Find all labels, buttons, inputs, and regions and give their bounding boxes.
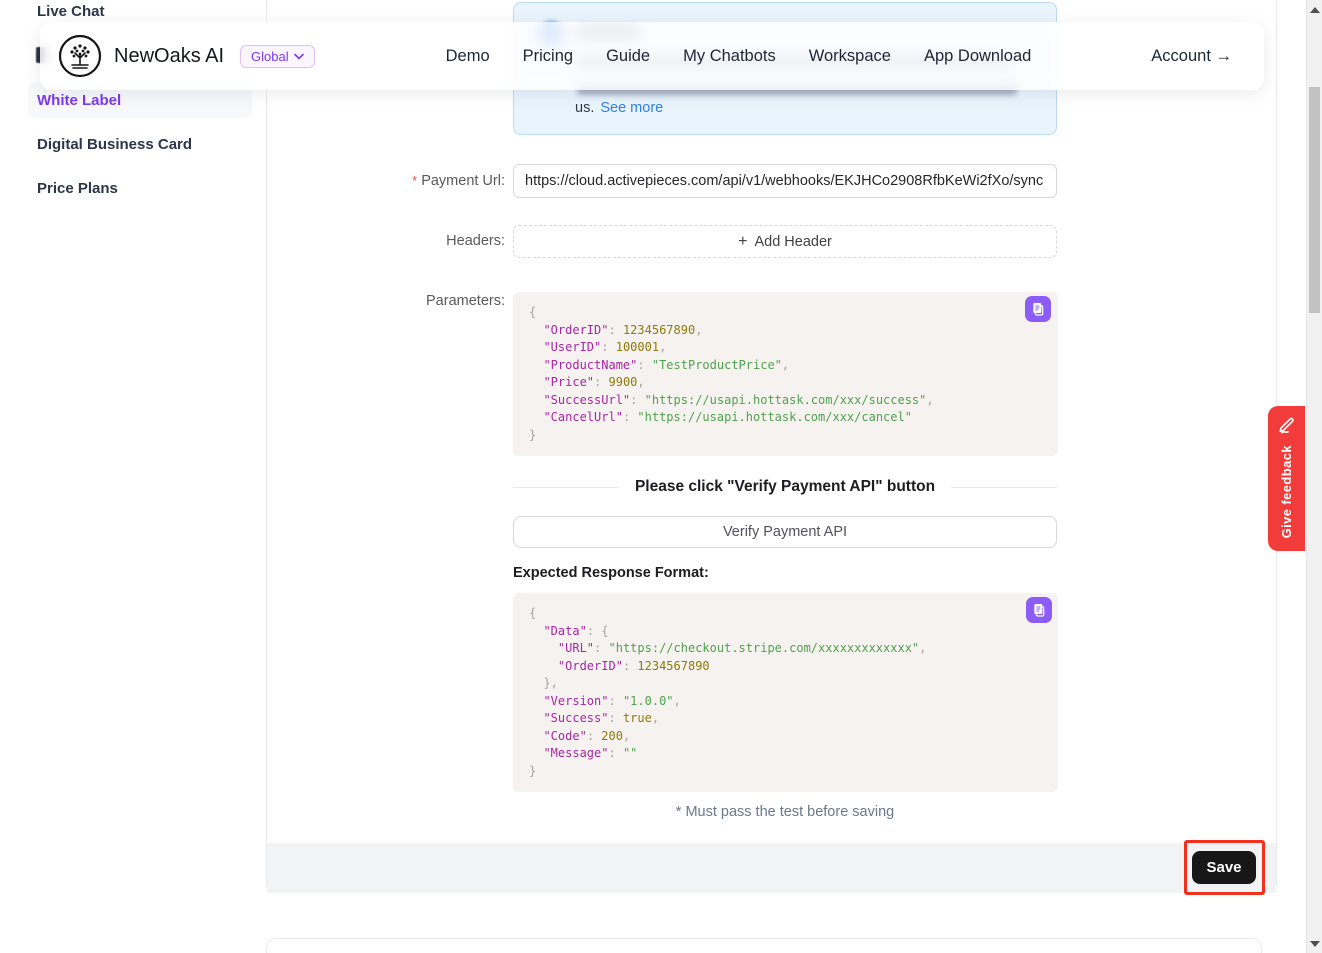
scrollbar-track[interactable] (1306, 0, 1322, 953)
add-header-button[interactable]: + Add Header (513, 225, 1057, 258)
verify-divider: Please click "Verify Payment API" button (513, 477, 1057, 497)
copy-icon (1030, 301, 1046, 317)
expected-response-label: Expected Response Format: (513, 565, 709, 581)
parameters-code-block: { "OrderID": 1234567890, "UserID": 10000… (513, 292, 1058, 456)
sidebar-item-price-plans[interactable]: Price Plans (37, 180, 118, 197)
scrollbar-thumb[interactable] (1309, 87, 1320, 313)
payment-url-label-text: Payment Url: (421, 173, 505, 189)
parameters-label: Parameters: (280, 293, 505, 309)
pencil-icon (1277, 416, 1296, 435)
nav-item-my-chatbots[interactable]: My Chatbots (683, 47, 776, 66)
expected-response-code-block: { "Data": { "URL": "https://checkout.str… (513, 593, 1058, 792)
scrollbar-up-arrow[interactable] (1310, 7, 1320, 13)
payment-url-input[interactable] (513, 164, 1057, 198)
see-more-link[interactable]: See more (600, 100, 663, 116)
add-header-label: Add Header (754, 234, 831, 250)
save-button[interactable]: Save (1192, 851, 1256, 884)
next-settings-card (266, 938, 1262, 953)
nav-links: Demo Pricing Guide My Chatbots Workspace… (446, 47, 1032, 66)
newoaks-logo-icon (58, 34, 102, 78)
region-label: Global (251, 49, 289, 64)
headers-label: Headers: (280, 233, 505, 249)
card-footer (267, 843, 1276, 893)
required-asterisk: * (412, 173, 417, 188)
brand-name: NewOaks AI (114, 45, 224, 68)
must-pass-note: * Must pass the test before saving (513, 804, 1057, 820)
plus-icon: + (738, 234, 747, 250)
copy-icon (1031, 602, 1047, 618)
sidebar-item-digital-business-card[interactable]: Digital Business Card (37, 136, 192, 153)
payment-url-label: * Payment Url: (280, 173, 505, 189)
copy-parameters-button[interactable] (1025, 296, 1051, 322)
nav-item-workspace[interactable]: Workspace (809, 47, 891, 66)
reminder-tail-text: us. (575, 100, 594, 116)
copy-expected-button[interactable] (1026, 597, 1052, 623)
reminder-tail: us. See more (575, 100, 663, 116)
sidebar-item-white-label[interactable]: White Label (37, 92, 121, 109)
region-selector[interactable]: Global (240, 45, 315, 68)
nav-item-guide[interactable]: Guide (606, 47, 650, 66)
page: Live Chat White Label Digital Business C… (0, 0, 1322, 953)
nav-item-demo[interactable]: Demo (446, 47, 490, 66)
chevron-down-icon (294, 53, 304, 60)
nav-item-pricing[interactable]: Pricing (523, 47, 573, 66)
scrollbar-down-arrow[interactable] (1310, 941, 1320, 947)
verify-payment-api-button[interactable]: Verify Payment API (513, 516, 1057, 548)
top-navbar: NewOaks AI Global Demo Pricing Guide My … (40, 22, 1264, 90)
account-link[interactable]: Account → (1151, 47, 1246, 66)
verify-divider-text: Please click "Verify Payment API" button (635, 478, 935, 496)
give-feedback-label: Give feedback (1279, 445, 1294, 538)
give-feedback-tab[interactable]: Give feedback (1268, 406, 1305, 551)
nav-item-app-download[interactable]: App Download (924, 47, 1031, 66)
sidebar-item-live-chat[interactable]: Live Chat (37, 3, 105, 20)
